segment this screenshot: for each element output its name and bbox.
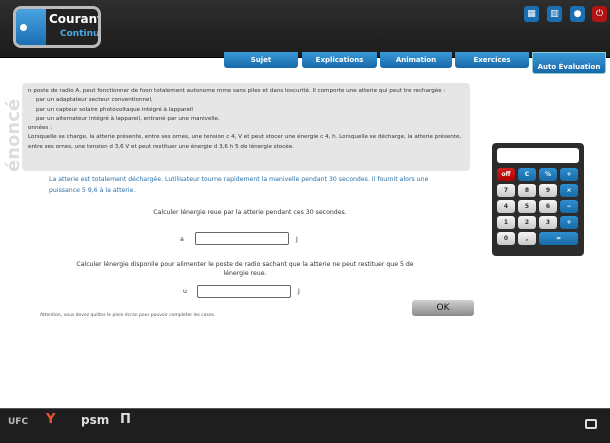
- calc-key-9[interactable]: 9: [539, 184, 557, 197]
- user-icon[interactable]: ●: [570, 6, 585, 22]
- q1-answer-input[interactable]: [195, 232, 289, 245]
- header: Courant Continu ▦ ▥ ● ⏻: [0, 0, 610, 58]
- tab-sujet[interactable]: Sujet: [224, 52, 298, 68]
- calc-key-plus[interactable]: +: [560, 216, 578, 229]
- calc-key-0[interactable]: 0: [497, 232, 515, 245]
- tab-auto-evaluation[interactable]: Auto Évaluation: [532, 52, 606, 74]
- calc-key-3[interactable]: 3: [539, 216, 557, 229]
- ok-button[interactable]: OK: [412, 300, 474, 316]
- calc-key-comma[interactable]: ,: [518, 232, 536, 245]
- logo-ufc: UFC: [8, 417, 29, 427]
- enonce-box: n poste de radio A, peut fonctionner de …: [22, 83, 470, 171]
- tab-explications[interactable]: Explications: [302, 52, 377, 68]
- calc-key-8[interactable]: 8: [518, 184, 536, 197]
- tab-exercices[interactable]: Exercices: [455, 52, 529, 68]
- enonce-text: onnées :: [28, 125, 52, 132]
- enonce-text: n poste de radio A, peut fonctionner de …: [28, 88, 446, 94]
- logo-title: Courant: [49, 12, 101, 26]
- calculator-icon[interactable]: ▦: [524, 6, 539, 22]
- calc-key-off[interactable]: off: [497, 168, 515, 181]
- calc-key-multiply[interactable]: ×: [560, 184, 578, 197]
- fullscreen-note: Attention, vous devez quitter le plein é…: [40, 313, 216, 318]
- calc-key-1[interactable]: 1: [497, 216, 515, 229]
- intro-text: La atterie est totalement déchargée. Lut…: [49, 176, 429, 194]
- calculator: off C % + 7 8 9 × 4 5 6 − 1 2 3 + 0 , =: [492, 143, 584, 256]
- question-1: Calculer lénergie reue par la atterie pe…: [153, 209, 347, 216]
- q2-unit: J: [298, 288, 300, 295]
- calc-key-7[interactable]: 7: [497, 184, 515, 197]
- logo-subtitle: Continu: [60, 29, 100, 39]
- calc-key-divide[interactable]: +: [560, 168, 578, 181]
- q1-prefix: a: [180, 236, 184, 243]
- q1-unit: J: [296, 236, 298, 243]
- calc-key-percent[interactable]: %: [539, 168, 557, 181]
- enonce-text: Lorsquelle se charge, la atterie présent…: [28, 134, 462, 150]
- calc-key-2[interactable]: 2: [518, 216, 536, 229]
- footer: UFC Y psm Π: [0, 408, 610, 443]
- app-logo: Courant Continu: [13, 6, 101, 48]
- calc-key-6[interactable]: 6: [539, 200, 557, 213]
- calc-key-equals[interactable]: =: [539, 232, 578, 245]
- calculator-display: [497, 148, 579, 163]
- calc-key-5[interactable]: 5: [518, 200, 536, 213]
- book-icon[interactable]: ▥: [547, 6, 562, 22]
- power-icon[interactable]: ⏻: [592, 6, 607, 22]
- calc-key-clear[interactable]: C: [518, 168, 536, 181]
- q2-prefix: u: [183, 288, 187, 295]
- tab-animation[interactable]: Animation: [380, 52, 452, 68]
- fullscreen-icon[interactable]: [585, 419, 597, 429]
- logo-psm: psm: [81, 413, 110, 427]
- enonce-text: par un capteur solaire photovoltaque int…: [36, 106, 193, 113]
- enonce-text: par un adaptateur secteur conventionnel,: [36, 97, 153, 104]
- logo-y: Y: [46, 412, 56, 427]
- enonce-text: par un alternateur intégré à lappareil, …: [36, 115, 220, 122]
- calc-key-minus[interactable]: −: [560, 200, 578, 213]
- question-2: Calculer lénergie disponile pour aliment…: [76, 261, 414, 277]
- logo-columns: Π: [120, 412, 131, 427]
- q2-answer-input[interactable]: [197, 285, 291, 298]
- calc-key-4[interactable]: 4: [497, 200, 515, 213]
- battery-plus-icon: [20, 24, 27, 31]
- enonce-label: énoncé: [3, 98, 24, 172]
